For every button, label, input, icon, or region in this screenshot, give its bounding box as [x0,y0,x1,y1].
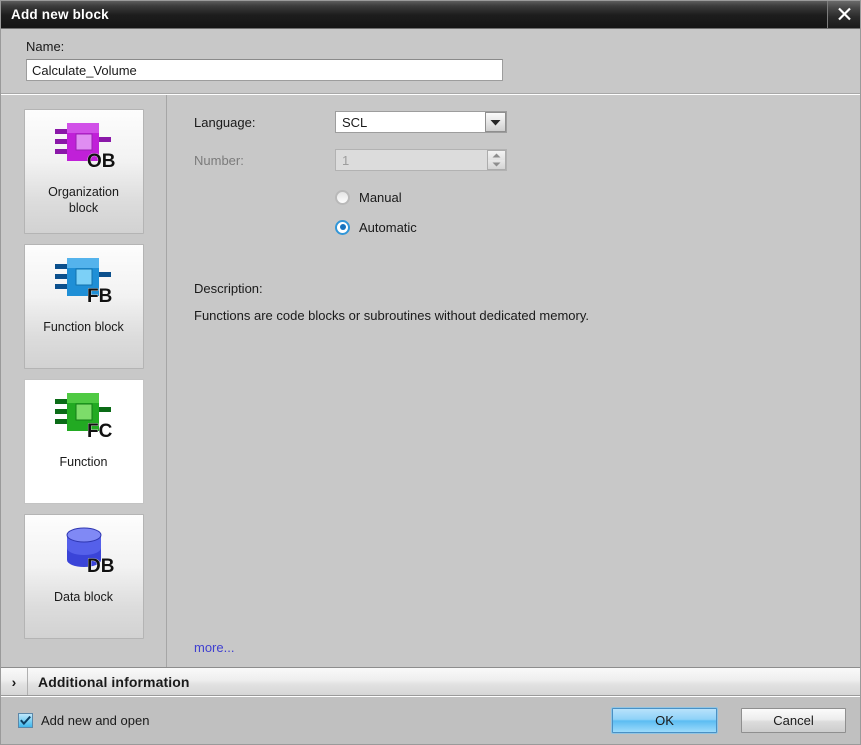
block-type-label: Function block [43,320,124,334]
organization-block-icon: OB [25,110,143,184]
dialog-body: OB Organization block FB Function block … [1,94,860,667]
function-block-icon: FB [25,245,143,319]
close-button[interactable] [827,1,860,28]
radio-dot [339,224,346,230]
language-label: Language: [194,114,256,130]
dialog-footer: Add new and open OK Cancel [1,696,860,744]
add-new-block-dialog: Add new block Name: Calculate_Volume OB … [0,0,861,745]
chevron-right-icon: › [11,673,17,690]
data-block-icon: DB [25,515,143,589]
additional-information-label: Additional information [38,673,190,690]
block-type-function-block[interactable]: FB Function block [23,244,144,369]
number-spinner-buttons [487,150,506,170]
block-type-label: Organization block [42,184,125,216]
svg-text:FB: FB [87,286,112,307]
block-detail-pane: Language: SCL Number: 1 Manual Automatic… [167,95,860,667]
radio-automatic-label: Automatic [359,219,417,235]
name-section: Name: [1,29,860,94]
caption-line-2: block [68,201,99,215]
number-value: 1 [342,152,350,168]
name-input[interactable] [26,59,503,81]
chevron-down-icon[interactable] [485,112,506,132]
radio-manual-label: Manual [359,189,402,205]
svg-text:OB: OB [87,151,116,172]
add-new-and-open-label: Add new and open [41,713,150,728]
caption-line-1: Organization [48,185,119,199]
chevron-down-icon [492,162,501,167]
radio-automatic[interactable]: Automatic [335,217,860,237]
check-icon [20,716,31,725]
block-type-organization-block[interactable]: OB Organization block [23,109,144,234]
block-type-data-block[interactable]: DB Data block [23,514,144,639]
add-new-and-open-checkbox[interactable]: Add new and open [18,713,149,728]
radio-manual[interactable]: Manual [335,187,860,207]
checkbox-indicator [18,713,33,728]
description-text: Functions are code blocks or subroutines… [194,308,590,323]
description-label: Description: [194,281,263,296]
number-label: Number: [194,152,244,168]
dialog-title: Add new block [11,7,109,22]
chevron-up-icon [492,153,501,158]
block-type-list: OB Organization block FB Function block … [1,95,167,667]
svg-text:DB: DB [87,556,114,577]
block-type-label: Function [59,455,108,469]
close-icon [837,7,851,21]
dialog-titlebar: Add new block [1,1,860,29]
block-type-function[interactable]: FC Function [23,379,144,504]
cancel-button[interactable]: Cancel [741,708,846,733]
more-link[interactable]: more... [194,640,234,655]
ok-button[interactable]: OK [612,708,717,733]
svg-text:FC: FC [87,421,113,442]
radio-automatic-indicator [335,219,350,235]
additional-information-expander[interactable]: › Additional information [1,667,860,696]
number-row: Number: 1 [194,149,860,171]
function-icon: FC [25,380,143,454]
name-label: Name: [26,39,65,54]
language-value: SCL [342,114,368,130]
number-stepper: 1 [335,149,507,171]
language-row: Language: SCL [194,111,860,133]
radio-manual-indicator [335,189,350,205]
language-dropdown[interactable]: SCL [335,111,507,133]
block-type-label: Data block [53,590,114,604]
